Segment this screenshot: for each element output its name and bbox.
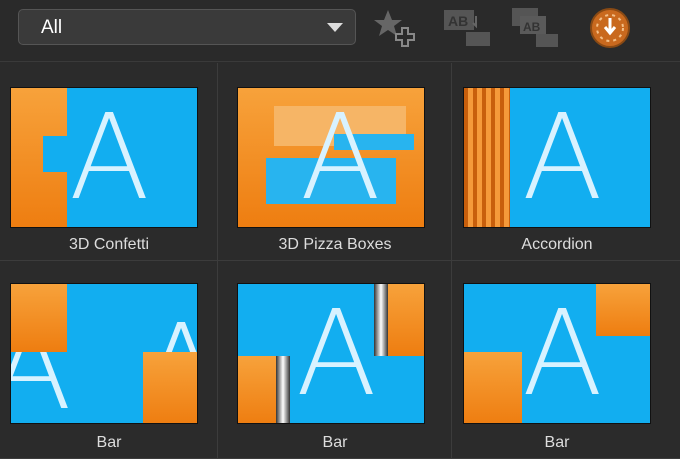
thumbnail: A — [237, 87, 425, 228]
transition-item[interactable]: A 3D Confetti — [0, 63, 218, 261]
transition-item[interactable]: A 3D Pizza Boxes — [218, 63, 452, 261]
transition-label: 3D Pizza Boxes — [278, 236, 392, 253]
thumbnail: A A — [10, 283, 198, 424]
thumbnail: A — [463, 87, 651, 228]
download-transitions-icon[interactable] — [588, 6, 634, 50]
filter-value: All — [41, 17, 63, 38]
transition-label: 3D Confetti — [68, 236, 150, 253]
transition-label: Bar — [96, 434, 122, 451]
apply-to-all-icon[interactable]: AB — [510, 6, 558, 50]
transition-item[interactable]: A Accordion — [452, 63, 680, 261]
transition-label: Bar — [322, 434, 348, 451]
transition-grid: A 3D Confetti A 3D Pizza Boxes A Accordi… — [0, 63, 680, 459]
transition-item[interactable]: A Bar — [452, 261, 680, 459]
svg-text:AB: AB — [448, 13, 468, 29]
apply-to-selected-icon[interactable]: AB — [442, 6, 490, 50]
transition-label: Accordion — [521, 236, 593, 253]
thumbnail: A — [463, 283, 651, 424]
thumbnail: A — [237, 283, 425, 424]
transition-item[interactable]: A Bar — [218, 261, 452, 459]
category-filter-dropdown[interactable]: All — [18, 9, 356, 45]
add-favorite-icon[interactable] — [372, 6, 418, 50]
chevron-down-icon — [327, 23, 343, 32]
svg-text:AB: AB — [523, 20, 541, 34]
thumbnail: A — [10, 87, 198, 228]
transition-label: Bar — [544, 434, 570, 451]
transition-item[interactable]: A A Bar — [0, 261, 218, 459]
toolbar: All AB AB — [0, 0, 680, 62]
